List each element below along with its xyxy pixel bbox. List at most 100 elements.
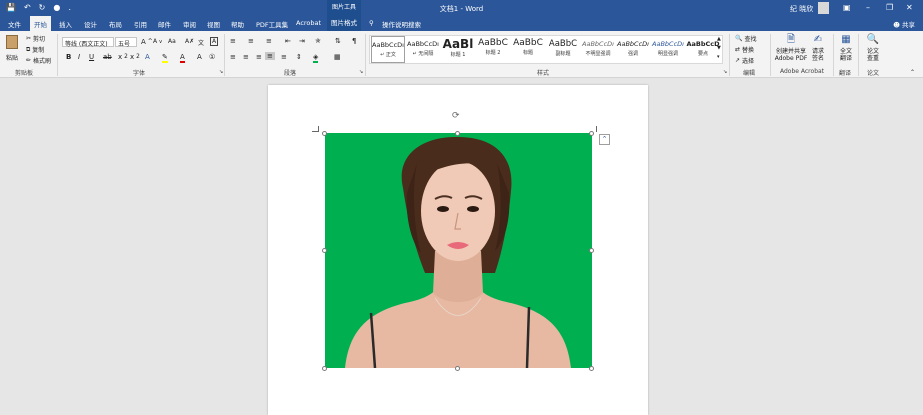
tab-mailings[interactable]: 邮件 <box>158 19 171 29</box>
tab-home[interactable]: 开始 <box>30 16 51 31</box>
restore-icon[interactable]: ❐ <box>886 3 893 12</box>
style-subtle-emphasis[interactable]: AaBbCcDı 不明显强调 <box>581 36 615 63</box>
style-name: 标题 1 <box>450 52 466 58</box>
style-normal[interactable]: AaBbCcDı ↵ 正文 <box>371 36 405 63</box>
highlight-icon[interactable]: ✎ <box>162 53 168 63</box>
resize-handle-top-left[interactable] <box>322 131 327 136</box>
font-dialog-launcher-icon[interactable]: ↘ <box>219 69 223 75</box>
style-intense-emphasis[interactable]: AaBbCcDı 明显强调 <box>651 36 685 63</box>
styles-scroll-up-icon[interactable]: ▲ <box>717 36 721 42</box>
resize-handle-bottom-right[interactable] <box>589 366 594 371</box>
replace-button[interactable]: ⇄ 替换 <box>735 45 754 54</box>
shading-icon[interactable]: A <box>197 53 202 61</box>
close-icon[interactable]: ✕ <box>906 3 913 12</box>
tab-insert[interactable]: 插入 <box>59 19 72 29</box>
grow-font-icon[interactable]: A ^ <box>141 38 153 46</box>
show-marks-icon[interactable]: ¶ <box>352 37 356 45</box>
paper-check-button[interactable]: 🔍 论文 查重 <box>864 34 882 62</box>
distributed-icon[interactable]: ≡ <box>281 53 287 61</box>
replace-label: 替换 <box>742 47 755 54</box>
copy-button[interactable]: ⧉ 复制 <box>26 45 44 55</box>
resize-handle-right[interactable] <box>589 248 594 253</box>
align-left-icon[interactable]: ≡ <box>230 53 236 61</box>
styles-more-icon[interactable]: ▾ <box>717 54 720 60</box>
rotate-handle-icon[interactable]: ⟳ <box>452 111 460 121</box>
find-button[interactable]: 🔍 查找 <box>735 34 757 43</box>
style-emphasis[interactable]: AaBbCcDı 强调 <box>616 36 650 63</box>
font-color-icon[interactable]: A <box>180 53 185 63</box>
style-title[interactable]: AaBbC 标题 <box>511 36 545 63</box>
minimize-icon[interactable]: – <box>866 3 870 12</box>
styles-dialog-launcher-icon[interactable]: ↘ <box>723 69 727 75</box>
tab-layout[interactable]: 布局 <box>109 19 122 29</box>
sort-icon[interactable]: ⇅ <box>335 37 341 45</box>
chinese-layout-icon[interactable]: ✯ <box>315 37 321 45</box>
line-spacing-icon[interactable]: ⇕ <box>296 53 302 61</box>
layout-options-icon[interactable]: ⌃ <box>599 134 610 145</box>
select-button[interactable]: ↗ 选择 <box>735 56 754 65</box>
font-size-select[interactable]: 五号 <box>115 37 137 48</box>
text-effects-icon[interactable]: A <box>145 53 150 61</box>
bold-icon[interactable]: B <box>66 53 71 61</box>
collapse-ribbon-icon[interactable]: ⌃ <box>910 69 915 76</box>
shrink-font-icon[interactable]: Av <box>153 38 162 45</box>
share-button[interactable]: ☻ 共享 <box>893 19 915 29</box>
numbering-icon[interactable]: ≡ <box>248 37 254 45</box>
tab-review[interactable]: 审阅 <box>183 19 196 29</box>
format-painter-button[interactable]: ✏ 格式刷 <box>26 56 51 65</box>
bullets-icon[interactable]: ≡ <box>230 37 236 45</box>
italic-icon[interactable]: I <box>78 53 80 61</box>
tab-acrobat[interactable]: Acrobat <box>296 19 321 27</box>
strikethrough-icon[interactable]: ab <box>103 53 112 61</box>
paragraph-shading-icon[interactable]: ◈ <box>313 53 319 63</box>
increase-indent-icon[interactable]: ⇥ <box>299 37 305 45</box>
avatar[interactable] <box>818 2 829 14</box>
style-subtitle[interactable]: AaBbC 副标题 <box>546 36 580 63</box>
tab-file[interactable]: 文件 <box>8 19 21 29</box>
resize-handle-left[interactable] <box>322 248 327 253</box>
align-center-icon[interactable]: ≡ <box>243 53 249 61</box>
align-right-icon[interactable]: ≡ <box>256 53 262 61</box>
superscript-icon[interactable]: x2 <box>130 53 140 61</box>
create-share-pdf-button[interactable]: 🗎 创建并共享 Adobe PDF <box>774 34 808 62</box>
char-border-icon[interactable]: A <box>210 37 219 46</box>
cursor-icon: ↗ <box>735 57 741 64</box>
tell-me-search[interactable]: 操作说明搜索 <box>382 19 421 29</box>
tab-design[interactable]: 设计 <box>84 19 97 29</box>
tab-references[interactable]: 引用 <box>134 19 147 29</box>
resize-handle-bottom-left[interactable] <box>322 366 327 371</box>
enclosed-char-icon[interactable]: ① <box>209 53 215 61</box>
tab-pdf-tools[interactable]: PDF工具集 <box>256 19 288 29</box>
decrease-indent-icon[interactable]: ⇤ <box>285 37 291 45</box>
resize-handle-bottom[interactable] <box>455 366 460 371</box>
cut-button[interactable]: ✂ 剪切 <box>26 34 45 43</box>
selected-picture[interactable] <box>325 133 592 368</box>
style-heading-2[interactable]: AaBbC 标题 2 <box>476 36 510 63</box>
style-strong[interactable]: AaBbCcD 要点 <box>686 36 720 63</box>
tab-help[interactable]: 帮助 <box>231 19 244 29</box>
share-label: 共享 <box>902 21 915 29</box>
justify-icon[interactable]: ≡ <box>265 52 275 60</box>
clear-format-icon[interactable]: A✗ <box>185 38 194 45</box>
divider <box>833 34 834 76</box>
phonetic-guide-icon[interactable]: 文 <box>198 38 204 47</box>
resize-handle-top-right[interactable] <box>589 131 594 136</box>
subscript-icon[interactable]: x2 <box>118 53 128 61</box>
paragraph-dialog-launcher-icon[interactable]: ↘ <box>359 69 363 75</box>
resize-handle-top[interactable] <box>455 131 460 136</box>
tab-view[interactable]: 视图 <box>207 19 220 29</box>
style-no-spacing[interactable]: AaBbCcDı ↵ 无间隔 <box>406 36 440 63</box>
paste-button[interactable]: 粘贴 <box>6 35 18 62</box>
underline-icon[interactable]: U <box>89 53 94 61</box>
multilevel-list-icon[interactable]: ≡ <box>266 37 272 45</box>
ribbon-display-icon[interactable]: ▣ <box>843 3 851 12</box>
tab-picture-format[interactable]: 图片格式 <box>327 16 361 31</box>
styles-scroll-down-icon[interactable]: ▼ <box>717 45 721 51</box>
change-case-icon[interactable]: Aa <box>168 38 176 45</box>
style-heading-1[interactable]: AaBl 标题 1 <box>441 36 475 63</box>
full-translate-button[interactable]: ▦ 全文 翻译 <box>838 34 854 62</box>
borders-icon[interactable]: ▦ <box>334 53 341 61</box>
font-family-select[interactable]: 等线 (西文正文) <box>62 37 114 48</box>
request-signature-button[interactable]: ✍ 请求 签名 <box>810 34 826 62</box>
user-name[interactable]: 纪 晓欣 <box>790 4 813 14</box>
